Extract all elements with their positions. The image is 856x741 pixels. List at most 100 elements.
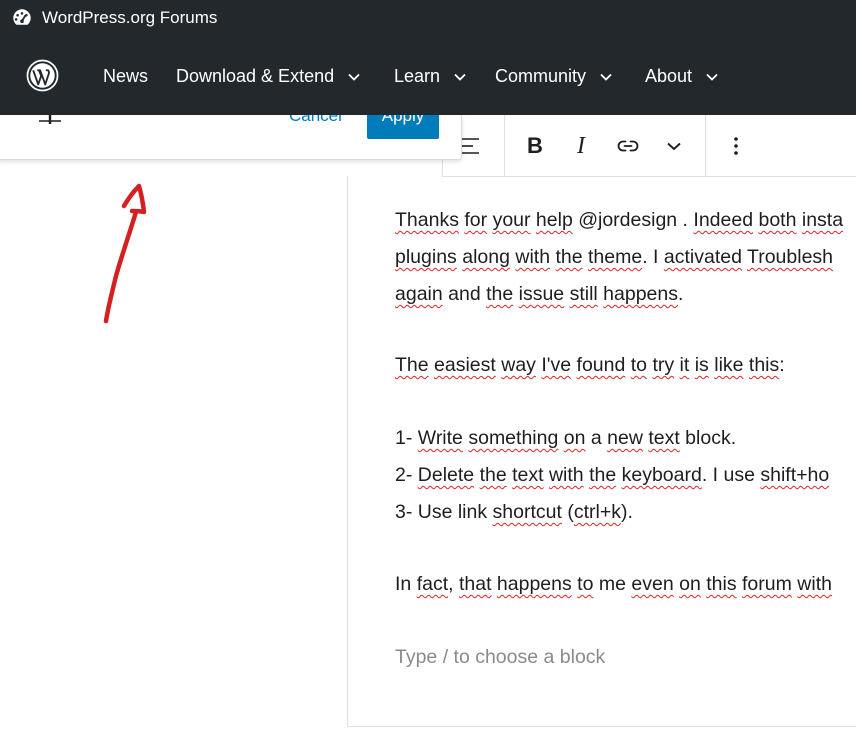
text-line: 3- Use link shortcut (ctrl+k). — [395, 494, 829, 531]
nav-item-community[interactable]: Community — [495, 64, 613, 88]
spellcheck-word: easiest — [434, 354, 496, 376]
spellcheck-word: Write — [417, 427, 463, 449]
bold-button[interactable]: B — [520, 131, 550, 161]
spellcheck-word: activated — [663, 246, 742, 268]
toolbar-divider — [705, 115, 706, 176]
text-segment: In — [395, 573, 417, 595]
spellcheck-word: on — [679, 573, 701, 595]
nav-item-news[interactable]: News — [103, 64, 148, 88]
spellcheck-word: that — [458, 573, 492, 595]
spellcheck-word: with — [548, 464, 584, 486]
apply-button[interactable]: Apply — [367, 115, 439, 139]
spellcheck-word: theme — [588, 246, 643, 268]
spellcheck-word: this — [706, 573, 737, 595]
nav-item-label: About — [645, 66, 693, 86]
text-segment: ( — [561, 501, 574, 523]
spellcheck-word: even — [631, 573, 674, 595]
text-line: In fact, that happens to me even on this… — [395, 566, 832, 603]
spellcheck-word: help — [535, 209, 573, 231]
spellcheck-word: ctrl+k — [573, 501, 621, 523]
spellcheck-word: is — [694, 354, 709, 376]
dashboard-gauge-icon — [13, 9, 31, 25]
text-segment: and — [442, 283, 487, 305]
spellcheck-word: way — [501, 354, 536, 376]
spellcheck-word: this — [748, 354, 780, 376]
text-line: The easiest way I've found to try it is … — [395, 347, 785, 384]
spellcheck-word: again — [395, 283, 443, 305]
text-segment: me — [593, 573, 632, 595]
spellcheck-word: to — [577, 573, 594, 595]
spellcheck-word: new — [607, 427, 643, 449]
nav-item-label: News — [103, 66, 149, 86]
text-segment: : — [779, 354, 785, 376]
spellcheck-word: for — [464, 209, 488, 231]
block-placeholder[interactable]: Type / to choose a block — [395, 642, 605, 672]
spellcheck-word: the — [555, 246, 583, 268]
spellcheck-word: your — [492, 209, 531, 231]
block-options-button[interactable] — [721, 131, 751, 161]
spellcheck-word: I've — [541, 354, 572, 376]
spellcheck-word: issue — [518, 283, 565, 305]
spellcheck-word: forum — [742, 573, 792, 595]
spellcheck-word: keyboard — [621, 464, 702, 486]
spellcheck-word: like — [714, 354, 744, 376]
nav-item-learn[interactable]: Learn — [394, 64, 467, 88]
spellcheck-word: both — [758, 209, 797, 231]
spellcheck-word: with — [797, 573, 832, 595]
red-arrow-annotation — [103, 183, 147, 324]
spellcheck-word: it — [679, 354, 690, 376]
spellcheck-word: the — [589, 464, 617, 486]
text-segment: , — [448, 573, 459, 595]
italic-button[interactable]: I — [566, 131, 596, 161]
spellcheck-word: fact — [416, 573, 449, 595]
chevron-down-icon — [667, 142, 681, 151]
text-segment: @jordesign . — [572, 209, 694, 231]
spellcheck-word: try — [652, 354, 675, 376]
link-button[interactable] — [613, 131, 643, 161]
spellcheck-word: Indeed — [693, 209, 754, 231]
text-segment: a — [585, 427, 608, 449]
toolbar-divider — [504, 115, 505, 176]
chevron-down-icon — [454, 74, 466, 82]
apply-button-label: Apply — [381, 115, 425, 125]
editor-content[interactable]: Thanks for your help @jordesign . Indeed… — [347, 176, 856, 727]
text-line: again and the issue still happens. — [395, 276, 843, 313]
text-segment: . I — [642, 246, 664, 268]
text-segment: . I use — [701, 464, 761, 486]
spellcheck-word: happens — [603, 283, 678, 305]
more-formats-button[interactable] — [659, 131, 689, 161]
nav-item-label: Learn — [394, 66, 441, 86]
spellcheck-word: found — [576, 354, 626, 376]
nav-item-label: Download & Extend — [176, 66, 335, 86]
sliders-icon[interactable] — [39, 115, 61, 127]
nav-item-label: Community — [495, 66, 587, 86]
text-line: plugins along with the theme. I activate… — [395, 239, 843, 276]
site-title[interactable]: WordPress.org Forums — [42, 7, 217, 29]
spellcheck-word: happens — [496, 573, 572, 595]
main-navigation: News Download & Extend Learn Community A… — [0, 37, 856, 115]
chevron-down-icon — [706, 74, 718, 82]
nav-item-download-extend[interactable]: Download & Extend — [176, 64, 361, 88]
text-line: Thanks for your help @jordesign . Indeed… — [395, 202, 843, 239]
vertical-ellipsis-icon — [734, 137, 738, 155]
cancel-button[interactable]: Cancel — [289, 115, 342, 127]
spellcheck-word: plugins — [395, 246, 457, 268]
text-segment: 2- — [395, 464, 418, 486]
spellcheck-word: The — [395, 354, 429, 376]
spellcheck-word: Troublesh — [747, 246, 834, 268]
paragraph-block[interactable]: In fact, that happens to me even on this… — [395, 566, 832, 603]
spellcheck-word: insta — [801, 209, 844, 231]
spellcheck-word: text — [512, 464, 544, 486]
link-settings-popover: Cancel Apply — [0, 115, 462, 160]
text-segment: . — [678, 283, 684, 305]
paragraph-block[interactable]: 1- Write something on a new text block. 2… — [395, 420, 829, 531]
text-line: 2- Delete the text with the keyboard. I … — [395, 457, 829, 494]
text-segment: ). — [620, 501, 633, 523]
nav-item-about[interactable]: About — [645, 64, 719, 88]
paragraph-block[interactable]: The easiest way I've found to try it is … — [395, 347, 785, 384]
spellcheck-word: text — [648, 427, 680, 449]
paragraph-block[interactable]: Thanks for your help @jordesign . Indeed… — [395, 202, 843, 313]
block-toolbar: B I — [442, 115, 856, 177]
wordpress-logo-icon[interactable] — [26, 59, 59, 92]
spellcheck-word: shortcut — [492, 501, 562, 523]
